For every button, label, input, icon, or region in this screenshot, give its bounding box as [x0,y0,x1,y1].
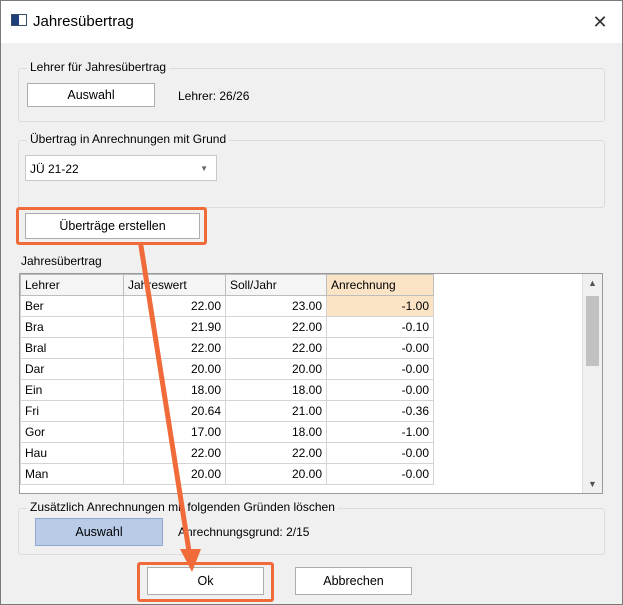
cell-teacher[interactable]: Ein [20,379,124,401]
cell-credit[interactable]: -0.00 [326,358,434,380]
grid-vertical-scrollbar[interactable]: ▲ ▼ [582,274,602,493]
teacher-count-label: Lehrer: 26/26 [178,89,250,103]
cell-target[interactable]: 20.00 [225,358,327,380]
chevron-down-icon: ▼ [200,164,208,173]
delete-reasons-select-button[interactable]: Auswahl [35,518,163,546]
close-button[interactable]: ✕ [578,1,622,43]
delete-credits-group-title: Zusätzlich Anrechnungen mit folgenden Gr… [27,500,338,514]
ok-button[interactable]: Ok [147,567,264,595]
cell-teacher[interactable]: Hau [20,442,124,464]
table-row[interactable]: Ber 22.00 23.00 -1.00 [20,295,434,317]
teacher-group-title: Lehrer für Jahresübertrag [27,60,170,74]
cell-credit[interactable]: -0.10 [326,316,434,338]
cell-annual-value[interactable]: 22.00 [123,337,226,359]
cell-target[interactable]: 21.00 [225,400,327,422]
cell-credit[interactable]: -0.00 [326,379,434,401]
credit-reason-count-label: Anrechnungsgrund: 2/15 [178,525,310,539]
cell-target[interactable]: 18.00 [225,379,327,401]
window-title: Jahresübertrag [33,13,134,30]
cell-annual-value[interactable]: 22.00 [123,442,226,464]
cell-annual-value[interactable]: 22.00 [123,295,226,317]
cell-target[interactable]: 20.00 [225,463,327,485]
reason-dropdown-value: JÜ 21-22 [30,162,79,176]
title-bar: Jahresübertrag ✕ [1,1,622,43]
cell-teacher[interactable]: Dar [20,358,124,380]
cell-annual-value[interactable]: 17.00 [123,421,226,443]
close-icon: ✕ [592,11,608,32]
app-window-icon [11,14,27,26]
table-row[interactable]: Fri 20.64 21.00 -0.36 [20,400,434,422]
cell-credit[interactable]: -0.00 [326,463,434,485]
cell-target[interactable]: 23.00 [225,295,327,317]
cell-teacher[interactable]: Gor [20,421,124,443]
chevron-up-icon[interactable]: ▲ [583,274,602,292]
chevron-down-icon[interactable]: ▼ [583,475,602,493]
column-header-credit[interactable]: Anrechnung [326,274,434,296]
cell-teacher[interactable]: Fri [20,400,124,422]
cell-annual-value[interactable]: 20.00 [123,358,226,380]
cancel-button[interactable]: Abbrechen [295,567,412,595]
table-header-row: Lehrer Jahreswert Soll/Jahr Anrechnung [20,274,434,296]
cell-credit[interactable]: -0.00 [326,337,434,359]
cell-annual-value[interactable]: 20.00 [123,463,226,485]
column-header-annual-value[interactable]: Jahreswert [123,274,226,296]
cell-credit[interactable]: -1.00 [326,295,434,317]
transfer-grid[interactable]: Lehrer Jahreswert Soll/Jahr Anrechnung B… [19,273,603,494]
cell-teacher[interactable]: Ber [20,295,124,317]
cell-annual-value[interactable]: 21.90 [123,316,226,338]
grid-title: Jahresübertrag [21,254,102,268]
teacher-select-button[interactable]: Auswahl [27,83,155,107]
cell-target[interactable]: 22.00 [225,442,327,464]
cell-target[interactable]: 22.00 [225,337,327,359]
cell-target[interactable]: 18.00 [225,421,327,443]
cell-annual-value[interactable]: 18.00 [123,379,226,401]
dialog-window: Jahresübertrag ✕ Lehrer für Jahresübertr… [0,0,623,605]
table-row[interactable]: Gor 17.00 18.00 -1.00 [20,421,434,443]
transfer-table: Lehrer Jahreswert Soll/Jahr Anrechnung B… [20,274,434,485]
cell-teacher[interactable]: Bra [20,316,124,338]
cell-target[interactable]: 22.00 [225,316,327,338]
cell-annual-value[interactable]: 20.64 [123,400,226,422]
column-header-target-per-year[interactable]: Soll/Jahr [225,274,327,296]
table-row[interactable]: Hau 22.00 22.00 -0.00 [20,442,434,464]
cell-credit[interactable]: -0.36 [326,400,434,422]
cell-credit[interactable]: -0.00 [326,442,434,464]
scrollbar-thumb[interactable] [586,296,599,366]
table-row[interactable]: Bral 22.00 22.00 -0.00 [20,337,434,359]
table-row[interactable]: Bra 21.90 22.00 -0.10 [20,316,434,338]
transfer-group-title: Übertrag in Anrechnungen mit Grund [27,132,230,146]
cell-teacher[interactable]: Bral [20,337,124,359]
table-row[interactable]: Dar 20.00 20.00 -0.00 [20,358,434,380]
column-header-teacher[interactable]: Lehrer [20,274,124,296]
table-row[interactable]: Man 20.00 20.00 -0.00 [20,463,434,485]
reason-dropdown[interactable]: JÜ 21-22 ▼ [25,155,217,181]
cell-credit[interactable]: -1.00 [326,421,434,443]
create-transfers-button[interactable]: Überträge erstellen [25,213,200,239]
table-row[interactable]: Ein 18.00 18.00 -0.00 [20,379,434,401]
cell-teacher[interactable]: Man [20,463,124,485]
